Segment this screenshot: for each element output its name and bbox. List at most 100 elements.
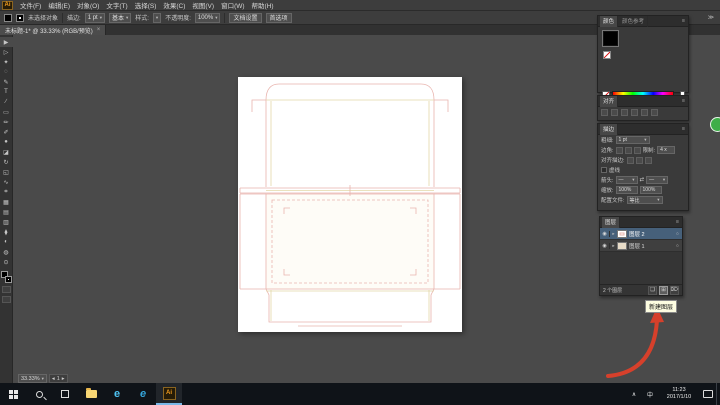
next-artboard-icon[interactable]: ▸ bbox=[62, 376, 65, 382]
menu-select[interactable]: 选择(S) bbox=[135, 0, 157, 10]
panel-menu-icon[interactable]: ≡ bbox=[682, 126, 686, 132]
zoom-level-select[interactable]: 33.33%▾ bbox=[18, 374, 47, 383]
new-sublayer-button[interactable]: ❏ bbox=[648, 286, 657, 295]
align-top-button[interactable] bbox=[631, 109, 638, 116]
stroke-color-swatch[interactable] bbox=[16, 14, 24, 22]
stroke-width-select[interactable]: 1 pt▾ bbox=[85, 13, 105, 23]
shape-builder-tool[interactable]: ▦ bbox=[0, 197, 13, 207]
tab-color[interactable]: 颜色 bbox=[600, 16, 618, 27]
stroke-well[interactable] bbox=[5, 276, 12, 283]
fill-color-swatch[interactable] bbox=[4, 14, 12, 22]
menu-type[interactable]: 文字(T) bbox=[106, 0, 127, 10]
prev-artboard-icon[interactable]: ◂ bbox=[52, 376, 55, 382]
type-tool[interactable]: T bbox=[0, 87, 13, 97]
panel-menu-icon[interactable]: ≡ bbox=[682, 18, 686, 24]
disclosure-triangle-icon[interactable]: ▸ bbox=[610, 231, 617, 237]
width-profile-select[interactable]: 等比▾ bbox=[627, 196, 663, 204]
miter-join-button[interactable] bbox=[616, 147, 623, 154]
panel-menu-icon[interactable]: ≡ bbox=[676, 219, 680, 225]
ime-indicator[interactable]: 中 bbox=[642, 383, 658, 405]
style-select[interactable]: ▾ bbox=[153, 13, 161, 23]
blend-tool[interactable]: ◐ bbox=[0, 237, 13, 247]
preferences-button[interactable]: 首选项 bbox=[266, 13, 292, 23]
tab-color-guide[interactable]: 颜色参考 bbox=[619, 16, 648, 27]
tab-layers[interactable]: 图层 bbox=[602, 217, 620, 228]
scale-tool[interactable]: ◱ bbox=[0, 167, 13, 177]
arrow-scale-end-input[interactable]: 100% bbox=[640, 186, 662, 194]
tab-stroke[interactable]: 描边 bbox=[600, 124, 618, 135]
magic-wand-tool[interactable]: ✦ bbox=[0, 57, 13, 67]
free-transform-tool[interactable]: ⌗ bbox=[0, 187, 13, 197]
arrow-scale-start-input[interactable]: 100% bbox=[616, 186, 638, 194]
zoom-tool[interactable]: ⊙ bbox=[0, 257, 13, 267]
current-fill-swatch[interactable] bbox=[603, 31, 618, 46]
mesh-tool[interactable]: ▤ bbox=[0, 207, 13, 217]
layer-name[interactable]: 图层 1 bbox=[629, 242, 673, 250]
eyedropper-tool[interactable]: ⧫ bbox=[0, 227, 13, 237]
edge-browser-button[interactable]: e bbox=[104, 383, 130, 405]
fill-stroke-wells[interactable] bbox=[1, 271, 12, 283]
panel-menu-icon[interactable]: ≡ bbox=[682, 98, 686, 104]
menu-edit[interactable]: 编辑(E) bbox=[48, 0, 70, 10]
gradient-tool[interactable]: ▥ bbox=[0, 217, 13, 227]
width-tool[interactable]: ∿ bbox=[0, 177, 13, 187]
align-center-button[interactable] bbox=[611, 109, 618, 116]
swap-arrowheads-icon[interactable]: ⇄ bbox=[640, 177, 645, 183]
menu-view[interactable]: 视图(V) bbox=[192, 0, 214, 10]
miter-limit-input[interactable]: 4 x bbox=[657, 146, 675, 154]
stroke-weight-select[interactable]: 1 pt▾ bbox=[616, 136, 650, 144]
taskbar-clock[interactable]: 11:23 2017/1/10 bbox=[658, 383, 700, 405]
hand-tool[interactable]: ◍ bbox=[0, 247, 13, 257]
visibility-eye-icon[interactable]: ◉ bbox=[600, 243, 610, 249]
menu-file[interactable]: 文件(F) bbox=[20, 0, 41, 10]
align-bottom-button[interactable] bbox=[651, 109, 658, 116]
align-right-button[interactable] bbox=[621, 109, 628, 116]
disclosure-triangle-icon[interactable]: ▸ bbox=[610, 243, 617, 249]
file-explorer-button[interactable] bbox=[78, 383, 104, 405]
align-stroke-outside-button[interactable] bbox=[645, 157, 652, 164]
none-color-swatch[interactable] bbox=[603, 51, 611, 59]
start-button[interactable] bbox=[0, 383, 26, 405]
arrowhead-end-select[interactable]: —▾ bbox=[646, 176, 668, 184]
task-view-button[interactable] bbox=[52, 383, 78, 405]
direct-selection-tool[interactable]: ▷ bbox=[0, 47, 13, 57]
search-button[interactable] bbox=[26, 383, 52, 405]
lasso-tool[interactable]: ◌ bbox=[0, 67, 13, 77]
round-join-button[interactable] bbox=[625, 147, 632, 154]
control-overflow-icon[interactable]: ≫ bbox=[708, 14, 716, 21]
delete-layer-button[interactable]: ⌦ bbox=[670, 286, 679, 295]
align-stroke-inside-button[interactable] bbox=[636, 157, 643, 164]
line-tool[interactable]: ∕ bbox=[0, 97, 13, 107]
paintbrush-tool[interactable]: ✏ bbox=[0, 117, 13, 127]
align-middle-button[interactable] bbox=[641, 109, 648, 116]
draw-mode-button[interactable] bbox=[2, 286, 11, 293]
ie-browser-button[interactable]: e bbox=[130, 383, 156, 405]
target-circle-icon[interactable]: ○ bbox=[673, 231, 682, 236]
action-center-button[interactable] bbox=[700, 383, 716, 405]
tab-align[interactable]: 对齐 bbox=[600, 96, 618, 107]
screen-mode-button[interactable] bbox=[2, 296, 11, 303]
artboard[interactable] bbox=[238, 77, 462, 332]
document-tab[interactable]: 未标题-1* @ 33.33% (RGB/预览) × bbox=[0, 25, 106, 35]
selection-tool[interactable]: ▶ bbox=[0, 37, 13, 47]
align-stroke-center-button[interactable] bbox=[627, 157, 634, 164]
illustrator-taskbar-button[interactable]: Ai bbox=[156, 383, 182, 405]
eraser-tool[interactable]: ◪ bbox=[0, 147, 13, 157]
layer-row[interactable]: ◉ ▸ 图层 2 ○ bbox=[600, 228, 682, 240]
blob-brush-tool[interactable]: ● bbox=[0, 137, 13, 147]
menu-help[interactable]: 帮助(H) bbox=[252, 0, 274, 10]
show-desktop-button[interactable] bbox=[716, 383, 720, 405]
pencil-tool[interactable]: ✐ bbox=[0, 127, 13, 137]
tray-overflow-button[interactable]: ∧ bbox=[626, 383, 642, 405]
brush-definition-select[interactable]: 基本▾ bbox=[109, 13, 131, 23]
new-layer-button[interactable]: ⊞ bbox=[659, 286, 668, 295]
artboard-navigation[interactable]: ◂ 1 ▸ bbox=[49, 374, 68, 383]
rectangle-tool[interactable]: ▭ bbox=[0, 107, 13, 117]
document-setup-button[interactable]: 文档设置 bbox=[229, 13, 261, 23]
document-close-icon[interactable]: × bbox=[97, 27, 101, 33]
visibility-eye-icon[interactable]: ◉ bbox=[600, 231, 610, 237]
menu-effect[interactable]: 效果(C) bbox=[163, 0, 185, 10]
bevel-join-button[interactable] bbox=[634, 147, 641, 154]
rotate-tool[interactable]: ↻ bbox=[0, 157, 13, 167]
pen-tool[interactable]: ✎ bbox=[0, 77, 13, 87]
